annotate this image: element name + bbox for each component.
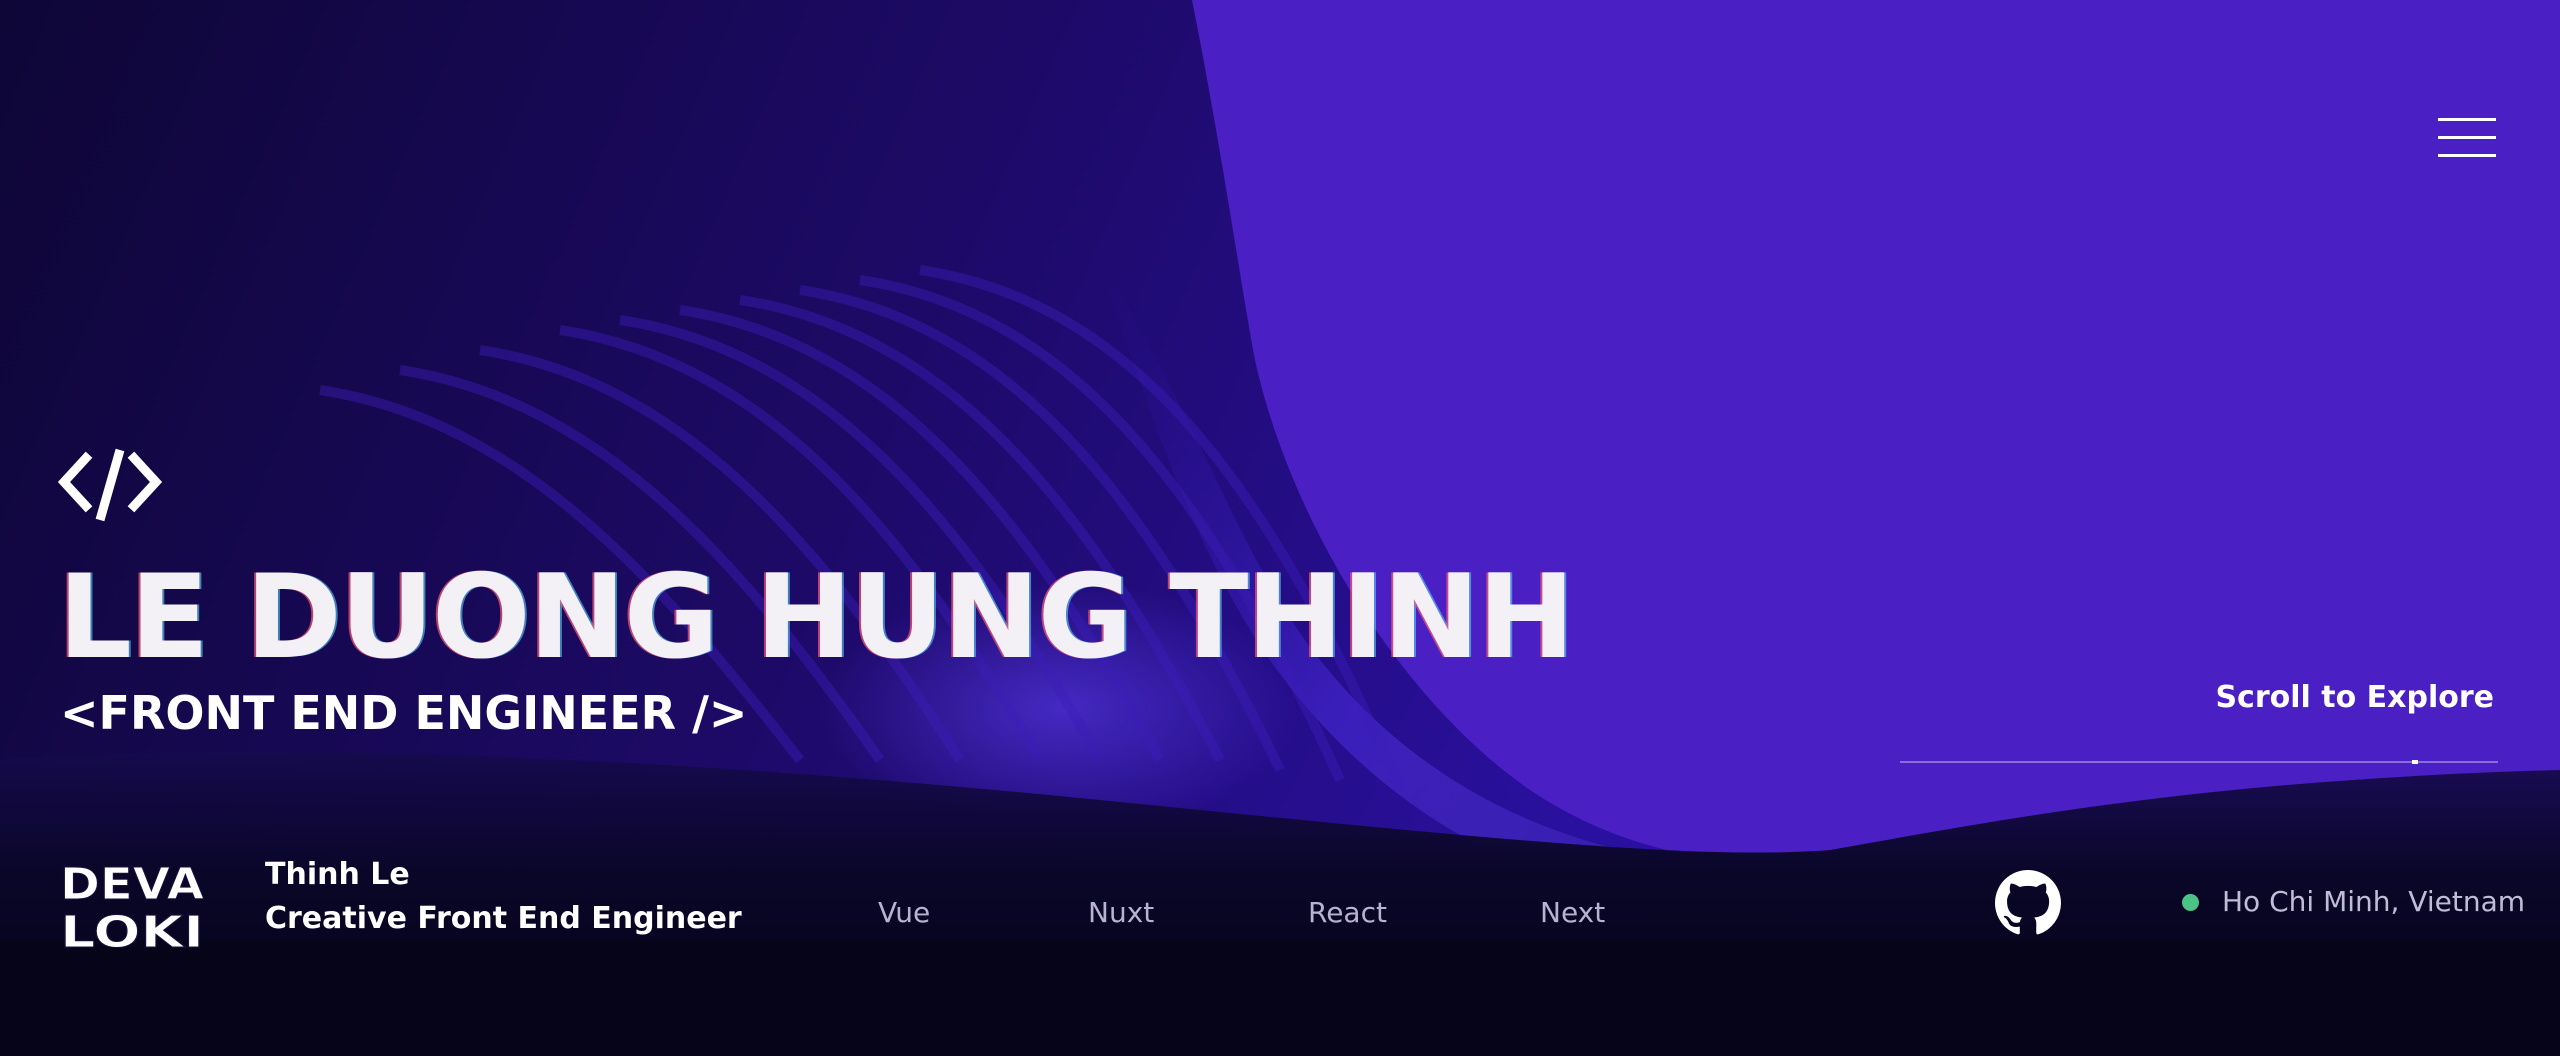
code-slash-icon — [58, 448, 162, 522]
github-icon[interactable] — [1995, 870, 2061, 936]
scroll-to-explore[interactable]: Scroll to Explore — [2150, 680, 2494, 716]
background-waves — [0, 0, 2560, 1056]
scroll-progress-indicator — [2412, 760, 2418, 764]
hero-subtitle: <FRONT END ENGINEER /> — [60, 686, 748, 740]
hero-section: LE DUONG HUNG THINH <FRONT END ENGINEER … — [0, 0, 2560, 1056]
menu-bar — [2438, 154, 2496, 157]
tech-react[interactable]: React — [1308, 896, 1387, 930]
brand-name: Thinh Le — [265, 857, 410, 892]
menu-bar — [2438, 118, 2496, 121]
tech-nuxt[interactable]: Nuxt — [1088, 896, 1154, 930]
location-text: Ho Chi Minh, Vietnam — [2222, 885, 2525, 918]
hero-title: LE DUONG HUNG THINH — [58, 550, 1575, 685]
scroll-progress-track — [1900, 761, 2498, 763]
logo-line-1: DEVA — [60, 859, 204, 910]
deva-loki-logo[interactable]: DEVA LOKI — [58, 855, 206, 952]
brand-role: Creative Front End Engineer — [265, 901, 742, 936]
menu-button[interactable] — [2436, 115, 2498, 163]
logo-line-2: LOKI — [60, 907, 204, 951]
tech-next[interactable]: Next — [1540, 896, 1605, 930]
status-dot — [2182, 894, 2199, 911]
tech-vue[interactable]: Vue — [878, 896, 930, 930]
menu-bar — [2438, 136, 2496, 139]
